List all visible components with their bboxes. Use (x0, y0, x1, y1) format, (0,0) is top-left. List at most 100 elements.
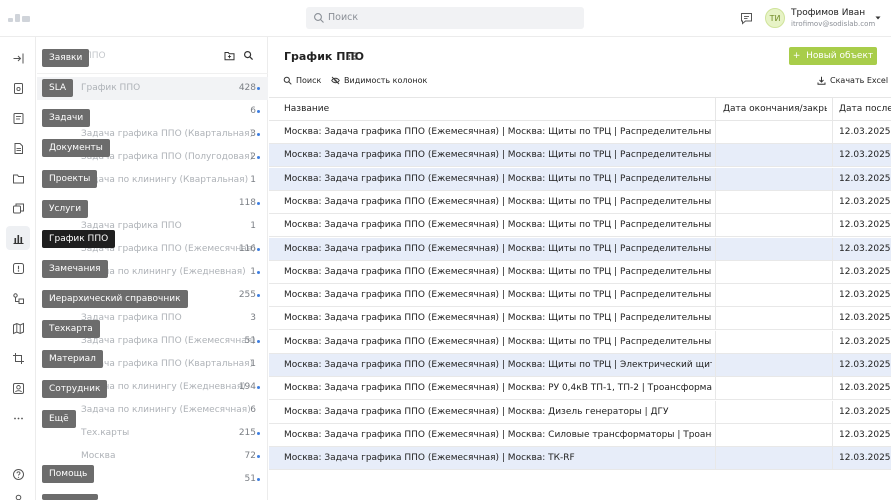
menu-label[interactable]: Услуги (42, 200, 89, 218)
avatar[interactable]: ТИ (765, 8, 785, 28)
table-row[interactable]: Москва: Задача графика ППО (Ежемесячная)… (269, 214, 891, 238)
collapse-icon[interactable] (10, 50, 26, 66)
column-visibility-button[interactable]: Видимость колонок (331, 76, 427, 85)
cell-last-modified: 12.03.2025 09: (839, 336, 891, 347)
cell-last-modified: 12.03.2025 09: (839, 383, 891, 394)
table-header: Название Дата окончания/закрытия Дата по… (269, 97, 891, 122)
table-row[interactable]: Москва: Задача графика ППО (Ежемесячная)… (269, 377, 891, 401)
table-row[interactable]: Москва: Задача графика ППО (Ежемесячная)… (269, 284, 891, 308)
tree-item-count: 215 (238, 428, 256, 438)
global-search[interactable]: Поиск (306, 7, 584, 29)
eye-off-icon (331, 76, 340, 85)
menu-label[interactable]: График ППО (42, 230, 116, 248)
profile-icon[interactable] (10, 491, 26, 500)
menu-label[interactable]: Ещё (42, 410, 76, 428)
search-icon (283, 76, 292, 85)
new-object-button[interactable]: + Новый объект (789, 47, 877, 65)
chevron-down-icon[interactable] (874, 14, 882, 22)
unread-dot-icon (257, 156, 260, 159)
table-row[interactable]: Москва: Задача графика ППО (Ежемесячная)… (269, 237, 891, 261)
table-row[interactable]: Москва: Задача графика ППО (Ежемесячная)… (269, 423, 891, 447)
unread-dot-icon (257, 478, 260, 481)
chart-icon[interactable] (6, 226, 30, 250)
cell-last-modified: 12.03.2025 09: (839, 220, 891, 231)
search-tool-button[interactable]: Поиск (283, 76, 321, 85)
alert-icon[interactable] (10, 260, 26, 276)
tree-item-label: Задача графика ППО (Квартальная) (81, 359, 254, 369)
column-header-name[interactable]: Название (284, 104, 704, 114)
column-header-end-date[interactable]: Дата окончания/закрытия (723, 104, 827, 114)
cell-name: Москва: Задача графика ППО (Ежемесячная)… (284, 336, 712, 347)
menu-label[interactable]: Замечания (42, 260, 108, 278)
tree-item-count: 51 (244, 336, 256, 346)
column-visibility-label: Видимость колонок (344, 76, 428, 85)
table-row[interactable]: Москва: Задача графика ППО (Ежемесячная)… (269, 400, 891, 424)
menu-label[interactable]: Сотрудник (42, 380, 108, 398)
tree-item-count: 428 (238, 83, 256, 93)
services-icon[interactable] (10, 200, 26, 216)
search-tool-label: Поиск (296, 76, 322, 85)
menu-label[interactable]: Задачи (42, 109, 91, 127)
cell-name: Москва: Задача графика ППО (Ежемесячная)… (284, 173, 712, 184)
tree-item-label: График ППО (81, 83, 141, 93)
cell-last-modified: 12.03.2025 09: (839, 313, 891, 324)
table-row[interactable]: Москва: Задача графика ППО (Ежемесячная)… (269, 354, 891, 377)
table-row[interactable]: Москва: Задача графика ППО (Ежемесячная)… (269, 190, 891, 214)
cell-name: Москва: Задача графика ППО (Ежемесячная)… (284, 243, 712, 254)
menu-label[interactable]: Материал (42, 350, 103, 368)
hierarchy-icon[interactable] (10, 290, 26, 306)
tickets-icon[interactable] (10, 80, 26, 96)
cell-last-modified: 12.03.2025 09: (839, 453, 891, 464)
table-row[interactable]: Москва: Задача графика ППО (Ежемесячная)… (269, 167, 891, 191)
unread-dot-icon (257, 432, 260, 435)
tree-item-count: 6 (250, 106, 256, 116)
column-header-last-modified[interactable]: Дата последнего изменения (839, 104, 891, 114)
table-row[interactable]: Москва: Задача графика ППО (Ежемесячная)… (269, 144, 891, 168)
download-icon (817, 76, 826, 85)
table-row[interactable]: Москва: Задача графика ППО (Ежемесячная)… (269, 260, 891, 284)
unread-dot-icon (257, 294, 260, 297)
menu-label[interactable]: Техкарта (42, 320, 100, 338)
cell-name: Москва: Задача графика ППО (Ежемесячная)… (284, 453, 575, 464)
tree-item-count: 1 (250, 359, 256, 369)
menu-label[interactable]: Помощь (42, 465, 95, 483)
chat-icon[interactable] (740, 12, 753, 25)
cell-last-modified: 12.03.2025 09: (839, 243, 891, 254)
tree-item-label: Задача графика ППО (Квартальная) (81, 129, 254, 139)
cell-last-modified: 12.03.2025 09: (839, 429, 891, 440)
menu-label[interactable]: SLA (42, 79, 74, 97)
unread-dot-icon (257, 87, 260, 90)
cell-last-modified: 12.03.2025 09: (839, 290, 891, 301)
tasks-icon[interactable] (10, 110, 26, 126)
tree-item-count: 194 (238, 382, 256, 392)
menu-label[interactable]: Документы (42, 139, 110, 157)
documents-icon[interactable] (10, 140, 26, 156)
menu-label[interactable]: Иерархический справочник (42, 290, 188, 308)
folder-icon[interactable] (10, 170, 26, 186)
logo-icon[interactable] (8, 12, 30, 22)
map-icon[interactable] (10, 320, 26, 336)
crop-icon[interactable] (10, 350, 26, 366)
tree-item-count: 2 (250, 152, 256, 162)
table-row[interactable]: Москва: Задача графика ППО (Ежемесячная)… (269, 447, 891, 471)
new-folder-icon[interactable] (224, 50, 235, 61)
cell-name: Москва: Задача графика ППО (Ежемесячная)… (284, 127, 712, 137)
search-icon[interactable] (243, 50, 254, 61)
menu-label[interactable]: Заявки (42, 49, 90, 67)
table-row[interactable]: Москва: Задача графика ППО (Ежемесячная)… (269, 121, 891, 144)
employee-icon[interactable] (10, 380, 26, 396)
tree-item-count: 6 (250, 405, 256, 415)
menu-label[interactable]: Проекты (42, 170, 98, 188)
tree-item-count: 1 (250, 175, 256, 185)
list-icon[interactable] (348, 51, 358, 61)
table-row[interactable]: Москва: Задача графика ППО (Ежемесячная)… (269, 307, 891, 331)
unread-dot-icon (257, 110, 260, 113)
unread-dot-icon (257, 340, 260, 343)
help-icon[interactable] (10, 466, 26, 482)
user-name[interactable]: Трофимов Иван (791, 8, 865, 18)
cell-name: Москва: Задача графика ППО (Ежемесячная)… (284, 360, 712, 370)
download-excel-button[interactable]: Скачать Excel (817, 76, 888, 85)
cell-last-modified: 12.03.2025 09: (839, 266, 891, 277)
more-icon[interactable] (10, 410, 26, 426)
table-row[interactable]: Москва: Задача графика ППО (Ежемесячная)… (269, 330, 891, 354)
